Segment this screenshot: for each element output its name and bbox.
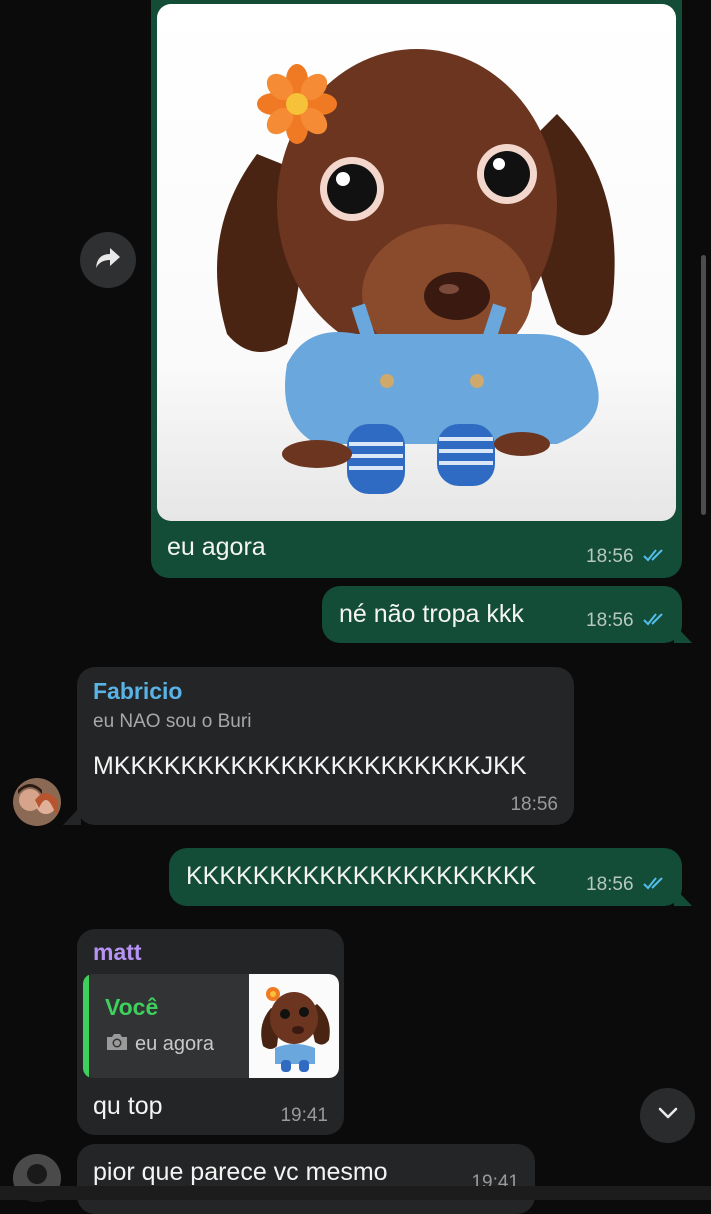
reply-accent-bar (83, 974, 89, 1078)
image-caption: eu agora (167, 533, 266, 561)
sender-subtitle: eu NAO sou o Buri (93, 711, 252, 732)
reply-author: Você (105, 994, 159, 1020)
dog-photo[interactable] (157, 4, 676, 521)
camera-icon (105, 1032, 129, 1057)
sender-name[interactable]: matt (93, 939, 142, 966)
message-text: pior que parece vc mesmo (93, 1158, 388, 1186)
forward-button[interactable] (80, 232, 136, 288)
double-check-icon (642, 875, 668, 896)
incoming-message-matt[interactable]: matt Você eu agora qu top 19:41 (77, 929, 344, 1135)
message-text: qu top (93, 1092, 163, 1120)
message-text: MKKKKKKKKKKKKKKKKKKKKKKJKK (93, 752, 527, 780)
double-check-icon (642, 547, 668, 568)
chevron-down-icon (657, 1106, 679, 1125)
outgoing-message[interactable]: né não tropa kkk 18:56 (322, 586, 682, 643)
incoming-message-fabricio[interactable]: Fabricio eu NAO sou o Buri MKKKKKKKKKKKK… (77, 667, 574, 825)
scroll-down-button[interactable] (640, 1088, 695, 1143)
message-meta: 18:56 (586, 610, 668, 632)
message-text: né não tropa kkk (339, 600, 524, 628)
message-time: 18:56 (586, 546, 634, 567)
avatar[interactable] (13, 778, 61, 826)
message-time: 18:56 (586, 610, 634, 631)
bottom-bar (0, 1186, 711, 1200)
outgoing-message[interactable]: KKKKKKKKKKKKKKKKKKKKK 18:56 (169, 848, 682, 906)
message-text: KKKKKKKKKKKKKKKKKKKKK (186, 862, 537, 890)
double-check-icon (642, 611, 668, 632)
scrollbar[interactable] (701, 255, 706, 515)
message-time: 19:41 (280, 1105, 328, 1126)
reply-text: eu agora (135, 1033, 214, 1055)
message-time: 18:56 (510, 794, 558, 815)
reply-preview[interactable]: Você eu agora (83, 974, 339, 1078)
reply-thumbnail (249, 974, 339, 1078)
message-meta: 18:56 (586, 546, 668, 568)
reply-body: eu agora (105, 1032, 214, 1057)
sender-name[interactable]: Fabricio (93, 678, 182, 705)
outgoing-image-message[interactable]: eu agora 18:56 (151, 0, 682, 578)
message-meta: 18:56 (586, 874, 668, 896)
message-time: 18:56 (586, 874, 634, 895)
forward-arrow-icon (94, 246, 122, 275)
incoming-message[interactable]: pior que parece vc mesmo 19:41 (77, 1144, 535, 1214)
